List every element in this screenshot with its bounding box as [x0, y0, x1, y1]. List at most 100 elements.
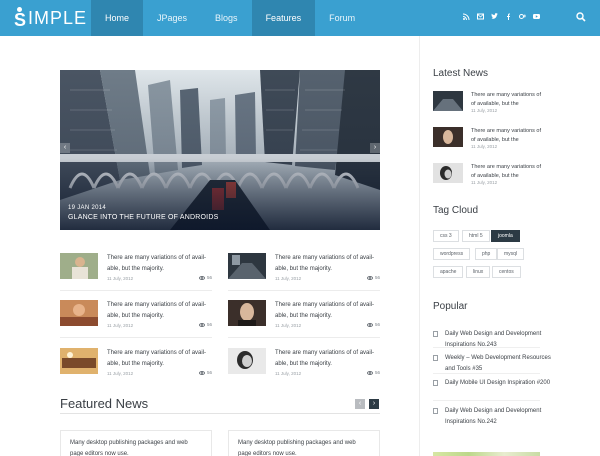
post-views: 56 [198, 370, 212, 375]
post-date: 11 July, 2012 [107, 323, 134, 328]
post-excerpt[interactable]: There are many variations of of avail-ab… [275, 348, 381, 370]
popular-divider [433, 347, 540, 348]
latest-news-date: 11 July, 2012 [471, 180, 498, 185]
post-date: 11 July, 2012 [275, 276, 302, 281]
twitter-icon[interactable] [491, 13, 498, 20]
tag-css3[interactable]: css 3 [433, 230, 459, 242]
view-count: 56 [206, 322, 212, 327]
mail-icon[interactable] [477, 13, 484, 20]
post-thumbnail[interactable] [228, 300, 266, 326]
main-nav: Home JPages Blogs Features Forum [91, 0, 369, 36]
latest-news-text[interactable]: There are many variations of of availabl… [471, 127, 541, 144]
row-divider [228, 337, 380, 338]
document-icon [433, 355, 438, 361]
youtube-icon[interactable] [533, 13, 540, 20]
popular-heading: Popular [433, 301, 468, 312]
post-views: 56 [366, 275, 380, 280]
post-thumbnail[interactable] [228, 253, 266, 279]
featured-divider [60, 413, 380, 414]
eye-icon [366, 322, 373, 327]
google-plus-icon[interactable] [519, 13, 526, 20]
popular-item-title[interactable]: Daily Web Design and Development Inspira… [445, 406, 555, 428]
tag-joomla[interactable]: joomla [491, 230, 520, 242]
featured-prev-button[interactable]: ‹ [355, 399, 365, 409]
slide-caption: 19 JAN 2014 GLANCE INTO THE FUTURE OF AN… [68, 205, 218, 221]
view-count: 56 [206, 275, 212, 280]
logo-text: IMPLE [28, 8, 88, 28]
tag-mysql[interactable]: mysql [497, 248, 525, 260]
eye-icon [198, 322, 205, 327]
post-date: 11 July, 2012 [107, 371, 134, 376]
latest-news-item[interactable]: There are many variations of of availabl… [433, 163, 541, 187]
tag-html5[interactable]: html 5 [462, 230, 490, 242]
eye-icon [198, 275, 205, 280]
post-thumbnail[interactable] [60, 348, 98, 374]
site-logo[interactable]: S IMPLE [14, 6, 87, 30]
view-count: 56 [374, 370, 380, 375]
logo-mark-letter: S [14, 10, 27, 30]
map-widget[interactable] [433, 452, 540, 456]
search-icon[interactable] [576, 12, 586, 22]
latest-news-date: 11 July, 2012 [471, 108, 498, 113]
slide-date: 19 JAN 2014 [68, 205, 106, 211]
popular-divider [433, 373, 540, 374]
post-thumbnail[interactable] [60, 300, 98, 326]
document-icon [433, 380, 438, 386]
tag-php[interactable]: php [475, 248, 498, 260]
post-date: 11 July, 2012 [107, 276, 134, 281]
post-views: 56 [366, 370, 380, 375]
slide-title[interactable]: GLANCE INTO THE FUTURE OF ANDROIDS [68, 214, 218, 221]
post-excerpt[interactable]: There are many variations of of avail-ab… [107, 300, 213, 322]
latest-news-item[interactable]: There are many variations of of availabl… [433, 127, 541, 151]
nav-item-features[interactable]: Features [251, 0, 316, 36]
post-views: 56 [198, 322, 212, 327]
tag-apache[interactable]: apache [433, 266, 464, 278]
view-count: 56 [206, 370, 212, 375]
post-date: 11 July, 2012 [275, 371, 302, 376]
post-excerpt[interactable]: There are many variations of of avail-ab… [107, 253, 213, 275]
latest-news-text[interactable]: There are many variations of of availabl… [471, 91, 541, 108]
post-card[interactable]: There are many variations of of avail-ab… [228, 348, 380, 380]
featured-card[interactable]: Many desktop publishing packages and web… [60, 430, 212, 456]
latest-news-item[interactable]: There are many variations of of availabl… [433, 91, 541, 115]
post-excerpt[interactable]: There are many variations of of avail-ab… [107, 348, 213, 370]
nav-item-jpages[interactable]: JPages [143, 0, 201, 36]
slider-next-button[interactable]: › [370, 143, 380, 153]
featured-next-button[interactable]: › [369, 399, 379, 409]
latest-news-text[interactable]: There are many variations of of availabl… [471, 163, 541, 180]
featured-card[interactable]: Many desktop publishing packages and web… [228, 430, 380, 456]
post-card[interactable]: There are many variations of of avail-ab… [60, 300, 212, 332]
nav-item-home[interactable]: Home [91, 0, 144, 36]
popular-item-title[interactable]: Daily Mobile UI Design Inspiration #200 [445, 378, 555, 389]
post-card[interactable]: There are many variations of of avail-ab… [228, 300, 380, 332]
post-card[interactable]: There are many variations of of avail-ab… [60, 348, 212, 380]
post-card[interactable]: There are many variations of of avail-ab… [60, 253, 212, 285]
nav-item-forum[interactable]: Forum [315, 0, 369, 36]
post-thumbnail[interactable] [60, 253, 98, 279]
social-links [463, 13, 540, 20]
rss-icon[interactable] [463, 13, 470, 20]
post-excerpt[interactable]: There are many variations of of avail-ab… [275, 253, 381, 275]
eye-icon [198, 370, 205, 375]
latest-news-thumbnail[interactable] [433, 91, 463, 111]
eye-icon [366, 275, 373, 280]
latest-news-thumbnail[interactable] [433, 163, 463, 183]
featured-slider[interactable]: ‹ › 19 JAN 2014 GLANCE INTO THE FUTURE O… [60, 70, 380, 230]
document-icon [433, 331, 438, 337]
popular-item-title[interactable]: Weekly – Web Development Resources and T… [445, 353, 555, 375]
slider-prev-button[interactable]: ‹ [60, 143, 70, 153]
post-thumbnail[interactable] [228, 348, 266, 374]
row-divider [60, 290, 212, 291]
latest-news-thumbnail[interactable] [433, 127, 463, 147]
facebook-icon[interactable] [505, 13, 512, 20]
latest-news-heading: Latest News [433, 68, 489, 79]
tag-centos[interactable]: centos [492, 266, 521, 278]
tag-wordpress[interactable]: wordpress [433, 248, 471, 260]
tag-cloud-heading: Tag Cloud [433, 205, 479, 216]
post-card[interactable]: There are many variations of of avail-ab… [228, 253, 380, 285]
view-count: 56 [374, 275, 380, 280]
nav-item-blogs[interactable]: Blogs [201, 0, 252, 36]
post-excerpt[interactable]: There are many variations of of avail-ab… [275, 300, 381, 322]
tag-linux[interactable]: linux [466, 266, 491, 278]
top-navigation-bar: S IMPLE Home JPages Blogs Features Forum [0, 0, 600, 36]
